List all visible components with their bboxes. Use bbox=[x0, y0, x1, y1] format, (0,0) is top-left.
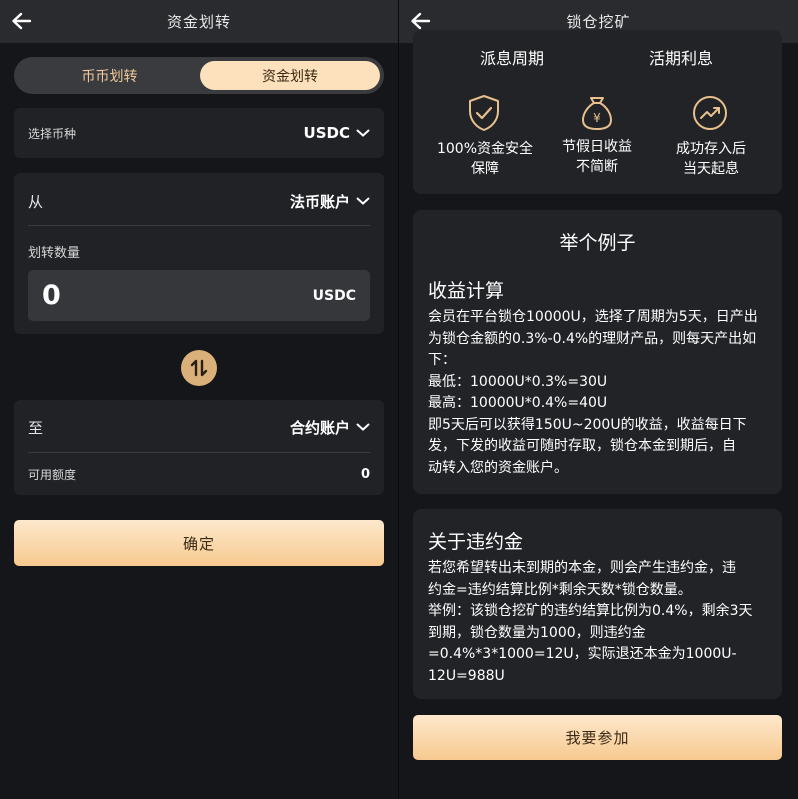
transfer-type-switch: 币币划转 资金划转 bbox=[14, 57, 384, 94]
amount-unit: USDC bbox=[312, 287, 356, 304]
to-label: 至 bbox=[28, 418, 44, 437]
shield-check-icon bbox=[469, 95, 499, 131]
text-line: 为锁仓金额的0.3%-0.4%的理财产品，则每天产出如 bbox=[428, 330, 757, 347]
text-line: 12U=988U bbox=[428, 667, 505, 684]
tab-fund-transfer[interactable]: 资金划转 bbox=[200, 61, 380, 90]
text-line: 约金=违约结算比例*剩余天数*锁仓数量。 bbox=[428, 581, 692, 598]
svg-text:¥: ¥ bbox=[593, 111, 601, 125]
coin-select-value: USDC bbox=[303, 124, 350, 142]
amount-input[interactable]: 0 USDC bbox=[28, 270, 370, 321]
to-account-dropdown[interactable]: 合约账户 bbox=[290, 417, 370, 438]
to-account-row[interactable]: 至 合约账户 bbox=[14, 402, 384, 452]
transfer-screen: 资金划转 币币划转 资金划转 选择币种 USDC 从 法币账户 划转数量 0 U… bbox=[0, 0, 398, 799]
text-line: 下： bbox=[428, 352, 456, 368]
feature-safety: 100%资金安全 保障 bbox=[425, 139, 545, 179]
text-line: 若您希望转出未到期的本金，则会产生违约金，违 bbox=[428, 560, 736, 576]
back-arrow-icon[interactable] bbox=[10, 11, 32, 31]
lock-mining-screen: 锁仓挖矿 派息周期 活期利息 ¥ 100%资金安全 保障 节假日收益 不简断 成… bbox=[399, 0, 798, 799]
feature-holiday-line2: 不简断 bbox=[576, 159, 618, 175]
available-label: 可用额度 bbox=[28, 467, 77, 482]
join-button[interactable]: 我要参加 bbox=[413, 715, 782, 760]
feature-interest-line1: 成功存入后 bbox=[676, 141, 746, 157]
page-title: 资金划转 bbox=[166, 13, 231, 31]
from-account-card: 从 法币账户 划转数量 0 USDC bbox=[14, 173, 384, 334]
income-calc-title: 收益计算 bbox=[428, 280, 505, 302]
to-account-value: 合约账户 bbox=[289, 418, 350, 437]
tab-coin-transfer[interactable]: 币币划转 bbox=[18, 61, 201, 90]
penalty-title: 关于违约金 bbox=[428, 531, 524, 553]
from-account-dropdown[interactable]: 法币账户 bbox=[290, 191, 370, 212]
payout-period-label: 派息周期 bbox=[480, 49, 545, 68]
feature-safety-line2: 保障 bbox=[471, 161, 499, 177]
text-line: 举例：该锁仓挖矿的违约结算比例为0.4%，剩余3天 bbox=[428, 603, 753, 619]
penalty-text: 若您希望转出未到期的本金，则会产生违约金，违 约金=违约结算比例*剩余天数*锁仓… bbox=[428, 558, 773, 687]
available-value: 0 bbox=[360, 466, 370, 482]
example-title: 举个例子 bbox=[559, 232, 636, 254]
penalty-card: 关于违约金 若您希望转出未到期的本金，则会产生违约金，违 约金=违约结算比例*剩… bbox=[413, 509, 782, 699]
from-account-value: 法币账户 bbox=[289, 192, 350, 211]
confirm-button[interactable]: 确定 bbox=[14, 520, 384, 566]
features-card: 派息周期 活期利息 ¥ 100%资金安全 保障 节假日收益 不简断 成功存入后 … bbox=[413, 30, 782, 194]
feature-safety-line1: 100%资金安全 bbox=[436, 141, 534, 157]
to-account-card: 至 合约账户 可用额度 0 bbox=[14, 400, 384, 495]
chevron-down-icon bbox=[356, 197, 370, 205]
coin-select-card[interactable]: 选择币种 USDC bbox=[14, 108, 384, 158]
text-line: 到期，锁仓数量为1000，则违约金 bbox=[428, 624, 646, 641]
coin-select-dropdown[interactable]: USDC bbox=[304, 124, 370, 142]
transfer-topbar: 资金划转 bbox=[0, 0, 398, 43]
income-calc-text: 会员在平台锁仓10000U，选择了周期为5天，日产出 为锁仓金额的0.3%-0.… bbox=[428, 307, 773, 479]
page-title: 锁仓挖矿 bbox=[566, 13, 631, 31]
chevron-down-icon bbox=[356, 423, 370, 431]
amount-label: 划转数量 bbox=[28, 245, 81, 261]
divider bbox=[28, 225, 370, 226]
feature-holiday: 节假日收益 不简断 bbox=[537, 137, 657, 177]
feature-interest: 成功存入后 当天起息 bbox=[651, 139, 771, 179]
example-card: 举个例子 收益计算 会员在平台锁仓10000U，选择了周期为5天，日产出 为锁仓… bbox=[413, 210, 782, 494]
chevron-down-icon bbox=[356, 129, 370, 137]
swap-direction-button[interactable] bbox=[181, 350, 217, 386]
amount-value: 0 bbox=[42, 280, 61, 311]
text-line: 最高：10000U*0.4%=40U bbox=[428, 395, 608, 411]
from-account-row[interactable]: 从 法币账户 bbox=[14, 175, 384, 227]
coin-select-label: 选择币种 bbox=[28, 126, 77, 141]
trend-up-icon bbox=[693, 96, 727, 130]
swap-icon bbox=[190, 359, 208, 377]
money-bag-icon: ¥ bbox=[581, 97, 613, 131]
feature-holiday-line1: 节假日收益 bbox=[562, 139, 632, 155]
text-line: 会员在平台锁仓10000U，选择了周期为5天，日产出 bbox=[428, 309, 758, 325]
text-line: 即5天后可以获得150U~200U的收益，收益每日下 bbox=[428, 416, 747, 433]
text-line: 发，下发的收益可随时存取，锁仓本金到期后，自 bbox=[428, 438, 736, 454]
text-line: =0.4%*3*1000=12U，实际退还本金为1000U- bbox=[428, 646, 737, 662]
from-label: 从 bbox=[28, 192, 44, 211]
back-arrow-icon[interactable] bbox=[409, 11, 431, 31]
feature-interest-line2: 当天起息 bbox=[683, 161, 739, 177]
current-interest-label: 活期利息 bbox=[649, 49, 714, 68]
text-line: 最低：10000U*0.3%=30U bbox=[428, 373, 608, 390]
text-line: 动转入您的资金账户。 bbox=[428, 459, 568, 476]
divider bbox=[28, 452, 370, 453]
